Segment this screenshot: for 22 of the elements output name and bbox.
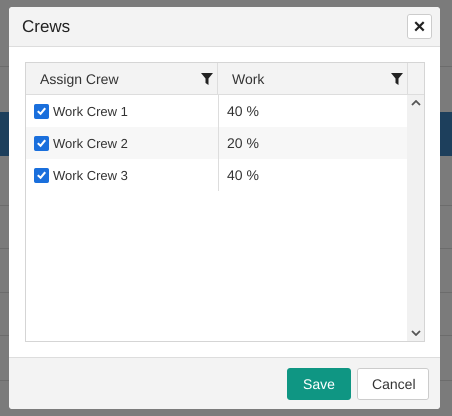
- scrollbar[interactable]: [407, 95, 424, 341]
- filter-icon[interactable]: [201, 72, 213, 84]
- crew-name: Work Crew 1: [53, 104, 128, 118]
- scroll-up-icon[interactable]: [410, 100, 420, 106]
- column-title: Assign Crew: [40, 70, 119, 86]
- work-percent: 20 %: [227, 135, 259, 151]
- work-percent: 40 %: [227, 103, 259, 119]
- work-percent: 40 %: [227, 167, 259, 183]
- checkbox[interactable]: [34, 168, 49, 182]
- cancel-button[interactable]: Cancel: [357, 368, 429, 400]
- column-header[interactable]: Assign Crew: [26, 63, 218, 94]
- column-header[interactable]: Work: [218, 63, 408, 94]
- crew-name: Work Crew 3: [53, 168, 128, 182]
- crew-name: Work Crew 2: [53, 136, 128, 150]
- column-title: Work: [232, 70, 264, 86]
- save-button[interactable]: Save: [287, 368, 351, 400]
- checkbox[interactable]: [34, 104, 49, 118]
- scroll-down-icon[interactable]: [410, 330, 420, 336]
- close-button[interactable]: ×: [407, 14, 432, 39]
- checkbox[interactable]: [34, 136, 49, 150]
- dialog-title: Crews: [22, 16, 70, 36]
- filter-icon[interactable]: [391, 72, 403, 84]
